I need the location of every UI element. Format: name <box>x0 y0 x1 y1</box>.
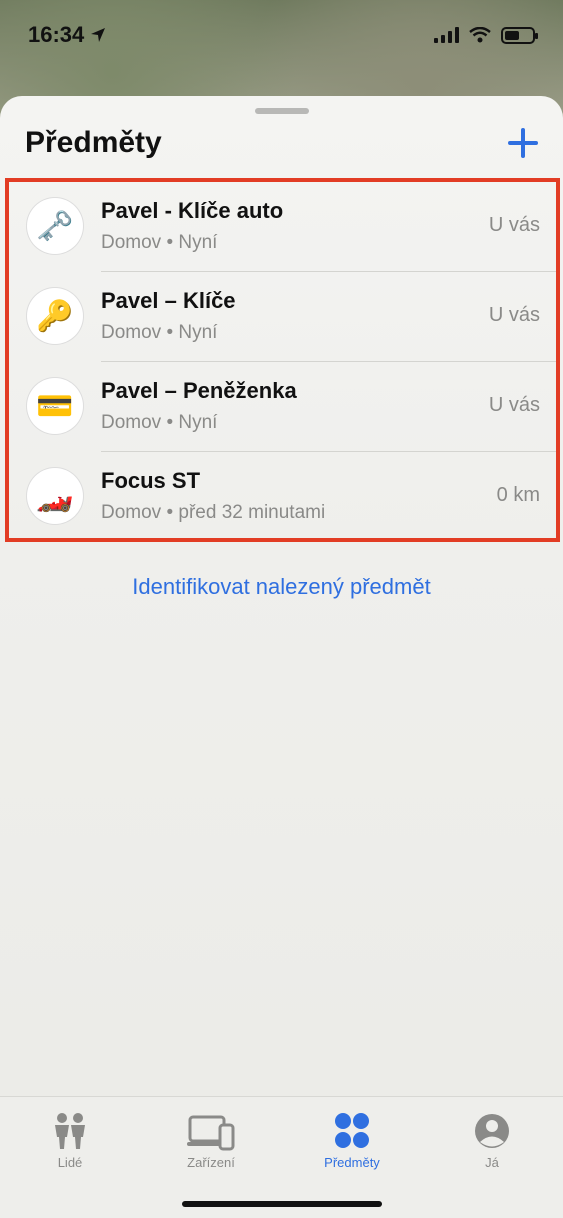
list-item[interactable]: 💳 Pavel – Peněženka Domov • Nyní U vás <box>9 362 556 452</box>
list-item[interactable]: 🔑 Pavel – Klíče Domov • Nyní U vás <box>9 272 556 362</box>
page-title: Předměty <box>25 126 162 159</box>
tab-label: Já <box>485 1155 499 1170</box>
item-location: Domov • Nyní <box>101 412 218 433</box>
status-bar: 16:34 <box>0 0 563 70</box>
items-grid-icon <box>335 1113 369 1148</box>
item-distance: U vás <box>488 304 540 326</box>
item-distance: U vás <box>488 394 540 416</box>
items-sheet: Předměty 🗝️ Pavel - Klíče auto Domov • N… <box>0 96 563 1218</box>
cellular-signal-icon <box>434 27 459 43</box>
item-distance: 0 km <box>496 484 540 506</box>
item-location: Domov • Nyní <box>101 322 218 343</box>
list-item[interactable]: 🏎️ Focus ST Domov • před 32 minutami 0 k… <box>9 452 556 542</box>
location-arrow-icon <box>91 28 106 42</box>
battery-icon <box>501 26 538 44</box>
identify-found-item-link[interactable]: Identifikovat nalezený předmět <box>0 574 563 600</box>
status-time: 16:34 <box>28 22 85 47</box>
tab-label: Lidé <box>57 1155 83 1170</box>
add-item-button[interactable] <box>506 126 540 160</box>
people-icon <box>55 1113 85 1149</box>
race-car-icon: 🏎️ <box>27 468 83 524</box>
tab-me[interactable]: Já <box>432 1105 552 1175</box>
sheet-grabber[interactable] <box>255 108 309 114</box>
home-indicator[interactable] <box>182 1201 382 1207</box>
person-circle-icon <box>475 1114 509 1148</box>
item-distance: U vás <box>488 214 540 236</box>
tab-people[interactable]: Lidé <box>10 1105 130 1175</box>
item-name: Pavel – Peněženka <box>101 378 297 403</box>
items-list: 🗝️ Pavel - Klíče auto Domov • Nyní U vás… <box>5 178 560 542</box>
old-key-icon: 🗝️ <box>27 198 83 254</box>
item-name: Focus ST <box>101 468 201 493</box>
tab-label: Zařízení <box>187 1155 235 1170</box>
item-location: Domov • před 32 minutami <box>101 502 326 523</box>
key-icon: 🔑 <box>27 288 83 344</box>
tab-label: Předměty <box>324 1155 380 1170</box>
item-name: Pavel – Klíče <box>101 288 236 313</box>
item-location: Domov • Nyní <box>101 232 218 253</box>
list-item[interactable]: 🗝️ Pavel - Klíče auto Domov • Nyní U vás <box>9 182 556 272</box>
credit-card-icon: 💳 <box>27 378 83 434</box>
wifi-icon <box>469 27 491 43</box>
tab-devices[interactable]: Zařízení <box>151 1105 271 1175</box>
devices-icon <box>187 1115 235 1151</box>
tab-bar: Lidé Zařízení Předměty Já <box>0 1096 563 1218</box>
item-name: Pavel - Klíče auto <box>101 198 284 223</box>
tab-items[interactable]: Předměty <box>292 1105 412 1175</box>
